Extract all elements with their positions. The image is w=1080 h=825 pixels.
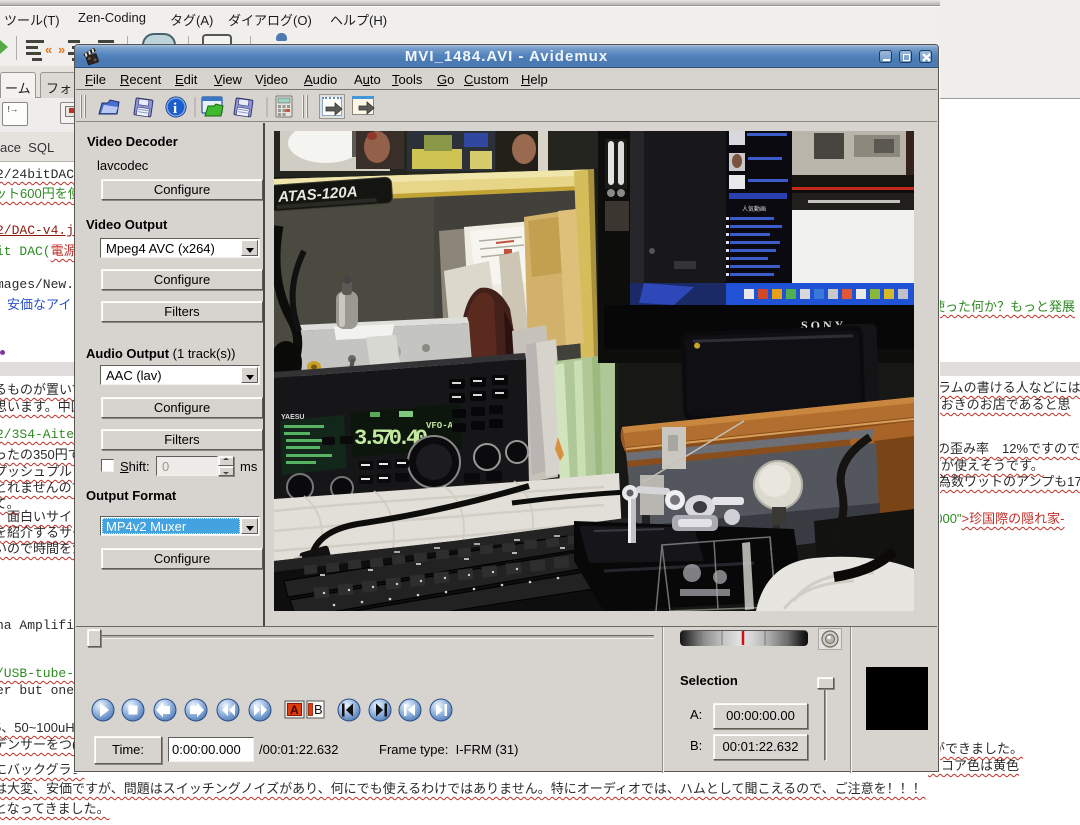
svg-text:YAESU: YAESU [281, 414, 304, 421]
svg-text:B: B [314, 702, 323, 717]
svg-text:i: i [173, 101, 177, 117]
svg-text:»: » [58, 42, 65, 57]
svg-text:VFO-A: VFO-A [426, 421, 454, 431]
svg-text:人気動画: 人気動画 [742, 205, 766, 213]
svg-text:«: « [45, 42, 52, 57]
svg-text:A: A [290, 703, 299, 717]
